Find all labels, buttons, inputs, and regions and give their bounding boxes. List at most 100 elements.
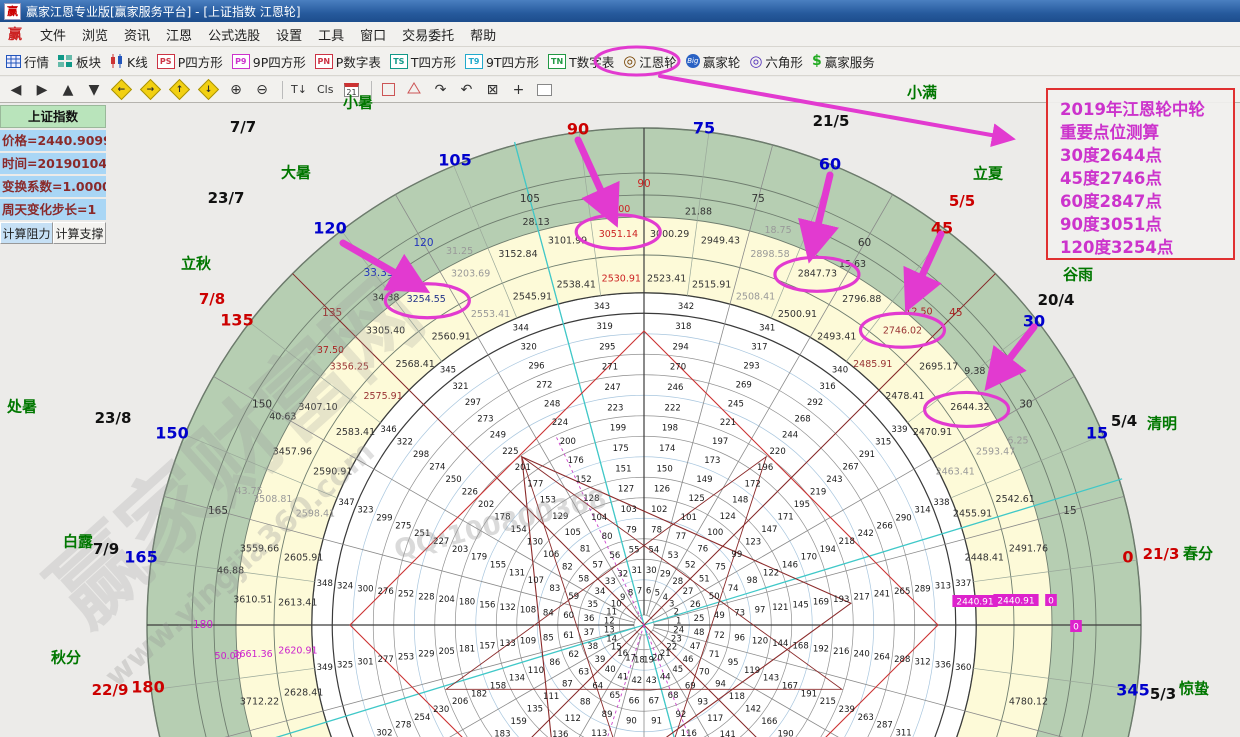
toolbar-button-9p-square[interactable]: P99P四方形 [232,52,306,71]
tool-zoom-in[interactable]: ⊕ [228,81,244,99]
spiral-number: 314 [914,506,930,516]
spiral-number: 117 [707,714,723,724]
price-ring-b-labels-2545.91: 2545.91 [513,291,552,302]
tool-nav-up[interactable]: ▲ [60,81,76,99]
tool-crosshair[interactable]: + [510,81,526,99]
wheel-outer-label-60: 60 [819,155,841,174]
9t-square-label: 9T四方形 [486,52,539,71]
menu-item-5[interactable]: 设置 [268,27,310,46]
menu-item-1[interactable]: 浏览 [74,27,116,46]
wheel-outer-label-7/8: 7/8 [199,290,225,308]
toolbar-button-sectors[interactable]: 板块 [58,52,101,71]
spiral-number: 119 [744,666,760,676]
tool-pan-right[interactable]: → [141,82,160,97]
spiral-number: 95 [728,658,739,668]
menu-item-3[interactable]: 江恩 [158,27,200,46]
tool-rotate-ccw[interactable]: ↶ [458,81,474,99]
toolbar-button-winner-wheel[interactable]: Big赢家轮 [686,52,741,71]
spiral-number: 40 [605,665,616,675]
menu-item-2[interactable]: 资讯 [116,27,158,46]
tool-t-scale[interactable]: T↓ [291,81,307,99]
spiral-number: 69 [685,681,696,691]
menu-item-0[interactable]: 文件 [32,27,74,46]
spiral-number: 312 [914,658,930,668]
spiral-number: 134 [509,674,525,684]
price-ring-b-labels-2478.41: 2478.41 [885,391,924,402]
toolbar-separator [282,81,283,99]
spiral-number: 166 [761,717,777,727]
spiral-number: 56 [610,551,621,561]
menu-item-6[interactable]: 工具 [310,27,352,46]
menu-item-8[interactable]: 交易委托 [394,27,462,46]
spiral-number: 42 [631,676,642,686]
tool-nav-down[interactable]: ▼ [86,81,102,99]
annotation-line-2: 30度2644点 [1060,144,1233,167]
wheel-outer-label-5/3: 5/3 [1150,685,1176,703]
toolbar-button-t-square[interactable]: TST四方形 [390,52,456,71]
tool-zoom-out[interactable]: ⊖ [254,81,270,99]
toolbar-button-p-square[interactable]: PSP四方形 [157,52,223,71]
tool-nav-right[interactable]: ▶ [34,81,50,99]
board-icon [537,84,552,96]
toolbar-button-quotes[interactable]: 行情 [6,52,49,71]
percent-ring-labels-28.13: 28.13 [522,217,549,228]
menu-item-4[interactable]: 公式选股 [200,27,268,46]
toolbar-button-winner-service[interactable]: $赢家服务 [812,52,875,71]
price-ring-b-labels-2455.91: 2455.91 [953,508,992,519]
toolbar-button-kline[interactable]: K线 [110,52,148,71]
spiral-number: 348 [317,579,333,589]
toolbar-button-p-number-table[interactable]: PNP数字表 [315,52,381,71]
spiral-number: 54 [649,546,660,556]
calc-resistance-button[interactable]: 计算阻力 [0,222,53,244]
price-ring-b-labels-2613.41: 2613.41 [278,597,317,608]
toolbar-button-gann-wheel[interactable]: ◎江恩轮 [623,52,677,71]
toolbar-button-hexagon[interactable]: ◎六角形 [749,52,803,71]
spiral-number: 311 [895,729,911,737]
spiral-number: 127 [618,485,634,495]
menu-item-9[interactable]: 帮助 [462,27,504,46]
tool-pan-up[interactable]: ↑ [170,82,189,97]
tool-nav-left[interactable]: ◀ [8,81,24,99]
spiral-number: 227 [433,537,449,547]
info-row-0: 价格=2440.9099 [0,130,106,151]
spiral-number: 55 [629,546,640,556]
tool-panel-board[interactable] [536,84,552,96]
tool-cls[interactable]: Cls [317,81,333,99]
price-ring-b-labels-2620.91: 2620.91 [278,646,317,657]
spiral-number: 107 [528,576,544,586]
wheel-outer-label-5/5: 5/5 [949,192,975,210]
spiral-number: 67 [649,696,660,706]
tool-draw-triangle[interactable] [406,81,422,99]
spiral-number: 87 [562,680,573,690]
calc-support-button[interactable]: 计算支撑 [53,222,106,244]
toolbar-button-9t-square[interactable]: T99T四方形 [465,52,539,71]
spiral-number: 177 [527,479,543,489]
toolbar-button-t-number-table[interactable]: TNT数字表 [548,52,614,71]
spiral-number: 109 [520,636,536,646]
spiral-number: 270 [670,363,686,373]
spiral-number: 142 [745,705,761,715]
spiral-number: 223 [607,403,623,413]
spiral-number: 94 [715,680,726,690]
degree-ring-labels-105: 105 [520,193,540,205]
price-ring-a-labels-2898.58: 2898.58 [750,249,789,260]
spiral-number: 93 [697,698,708,708]
tool-rotate-cw[interactable]: ↷ [432,81,448,99]
menu-item-7[interactable]: 窗口 [352,27,394,46]
spiral-number: 222 [665,403,681,413]
menu-bar: 赢 文件浏览资讯江恩公式选股设置工具窗口交易委托帮助 [0,22,1240,47]
p-square-label: P四方形 [178,52,223,71]
main-toolbar: 行情板块 K线 PSP四方形 P99P四方形 PNP数字表 TST四方形 T99T四方形 TN… [0,47,1240,76]
annotation-note-box: 2019年江恩轮中轮重要点位测算30度2644点45度2746点60度2847点… [1046,88,1235,260]
tool-pan-down[interactable]: ↓ [199,82,218,97]
spiral-number: 130 [527,537,543,547]
spiral-number: 344 [513,324,529,334]
tool-pan-left[interactable]: ← [112,82,131,97]
tool-delete-box[interactable]: ⊠ [484,81,500,99]
wheel-outer-label-0: 0 [1122,548,1133,567]
annotation-line-3: 45度2746点 [1060,167,1233,190]
spiral-number: 59 [568,592,579,602]
tool-draw-square[interactable] [380,83,396,96]
annotation-line-1: 重要点位测算 [1060,121,1233,144]
spiral-number: 26 [690,600,701,610]
